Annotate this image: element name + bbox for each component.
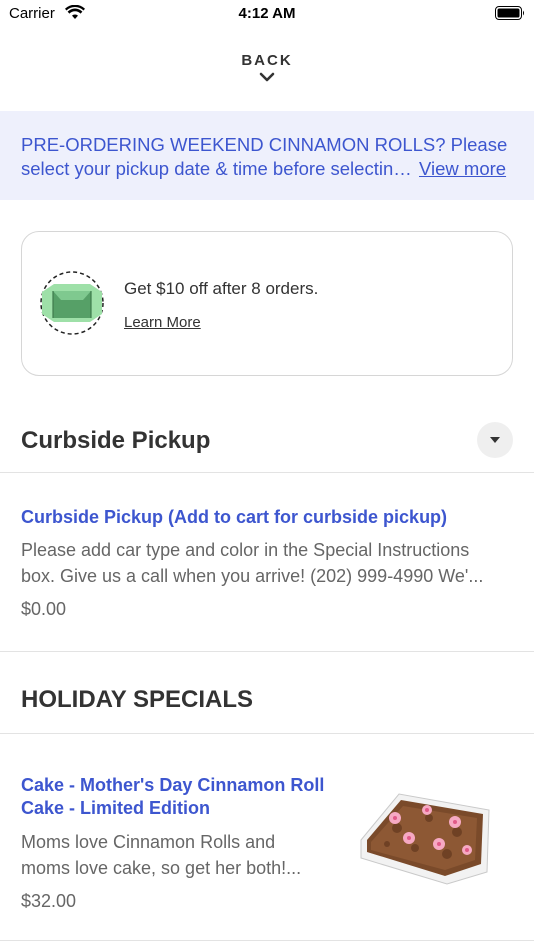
chevron-down-icon (259, 72, 275, 82)
section-toggle-button[interactable] (477, 422, 513, 458)
divider (0, 651, 534, 652)
banner-text-line1: PRE-ORDERING WEEKEND CINNAMON ROLLS? Ple… (21, 134, 508, 155)
status-bar: Carrier 4:12 AM (0, 0, 534, 28)
back-button[interactable]: BACK (217, 52, 317, 98)
item-price: $32.00 (21, 891, 77, 911)
clock: 4:12 AM (238, 5, 296, 22)
announcement-banner: PRE-ORDERING WEEKEND CINNAMON ROLLS? Ple… (0, 111, 534, 200)
divider (0, 940, 534, 941)
item-price: $0.00 (21, 599, 67, 619)
section-title-curbside: Curbside Pickup (21, 427, 211, 454)
divider (0, 733, 534, 734)
divider (0, 472, 534, 473)
battery-icon (495, 6, 524, 20)
item-description-line1: Please add car type and color in the Spe… (21, 540, 470, 560)
loyalty-card: Get $10 off after 8 orders. Learn More (21, 231, 513, 376)
cake-photo (360, 793, 490, 885)
item-description-line2: box. Give us a call when you arrive! (20… (21, 566, 484, 586)
box-icon (40, 271, 104, 335)
item-title-line1: Cake - Mother's Day Cinnamon Roll (21, 775, 325, 795)
item-description-line2: moms love cake, so get her both!... (21, 858, 302, 878)
item-title: Curbside Pickup (Add to cart for curbsid… (21, 507, 448, 527)
learn-more-link[interactable]: Learn More (124, 314, 201, 331)
section-title-holiday-specials: HOLIDAY SPECIALS (21, 686, 254, 713)
item-description-line1: Moms love Cinnamon Rolls and (21, 832, 276, 852)
item-title-line2: Cake - Limited Edition (21, 798, 211, 818)
caret-down-icon (490, 437, 500, 443)
back-label: BACK (241, 52, 293, 69)
view-more-link[interactable]: View more (419, 158, 506, 180)
loyalty-text: Get $10 off after 8 orders. (124, 279, 319, 298)
banner-text-line2: select your pickup date & time before se… (21, 158, 414, 179)
